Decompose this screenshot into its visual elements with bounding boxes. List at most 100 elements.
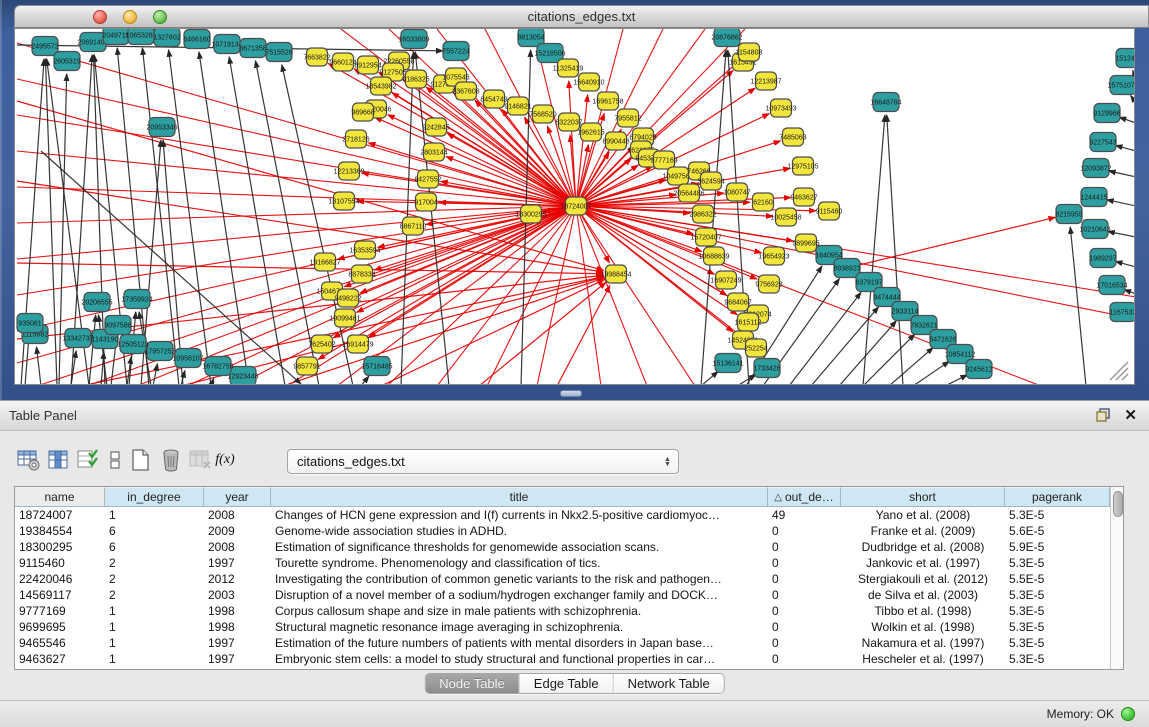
tab-node-table[interactable]: Node Table — [425, 674, 520, 693]
network-node[interactable]: 3624594 — [697, 172, 724, 190]
network-node[interactable]: 8990448 — [602, 132, 629, 150]
network-node[interactable]: 9756928 — [755, 275, 782, 293]
network-node[interactable]: 1327602 — [153, 29, 180, 47]
network-node[interactable]: 1733426 — [753, 359, 780, 378]
network-node[interactable]: 989668 — [351, 103, 374, 121]
select-rows-icon[interactable] — [74, 446, 104, 474]
network-node[interactable]: 9660124 — [329, 53, 356, 71]
network-window-titlebar[interactable]: citations_edges.txt — [14, 5, 1149, 28]
network-node[interactable]: 2495572 — [31, 37, 58, 56]
network-node[interactable]: 16782759 — [202, 357, 233, 376]
column-header-year[interactable]: year — [204, 487, 271, 506]
network-node[interactable]: 1167533 — [1110, 303, 1135, 322]
column-header-title[interactable]: title — [271, 487, 768, 506]
table-row[interactable]: 946554611997Estimation of the future num… — [15, 635, 1110, 651]
row-height-icon[interactable] — [104, 446, 126, 474]
network-node[interactable]: 9097588 — [104, 316, 131, 335]
network-node[interactable]: 10958107 — [172, 349, 203, 368]
network-node[interactable]: 8878334 — [348, 265, 375, 283]
network-node[interactable]: 16353594 — [349, 241, 380, 259]
network-node[interactable]: 7955812 — [614, 109, 641, 127]
delete-rows-icon[interactable] — [156, 446, 186, 474]
network-node[interactable]: 8867110 — [400, 217, 427, 235]
network-node[interactable]: 16648784 — [870, 93, 901, 112]
column-header-out_de[interactable]: △out_de… — [768, 487, 841, 506]
network-node[interactable]: 1989297 — [1089, 249, 1116, 268]
network-node[interactable]: 6466160 — [183, 30, 210, 49]
network-node[interactable]: 2718126 — [342, 130, 369, 148]
network-node[interactable]: 1154808 — [736, 43, 763, 61]
network-node[interactable]: 16033809 — [398, 30, 429, 49]
function-builder-icon[interactable]: f(x) — [216, 446, 238, 474]
network-node[interactable]: 2986322 — [689, 205, 716, 223]
network-node[interactable]: 7515526 — [265, 43, 292, 62]
table-row[interactable]: 1872400712008Changes of HCN gene express… — [15, 507, 1110, 523]
network-node[interactable]: 10688639 — [698, 247, 729, 265]
table-row[interactable]: 946362711997Embryonic stem cells: a mode… — [15, 651, 1110, 667]
network-node[interactable]: 10210643 — [1079, 220, 1110, 239]
network-node[interactable]: 1080747 — [723, 183, 750, 201]
network-node[interactable]: 12505123 — [117, 335, 148, 354]
network-node[interactable]: 16640910 — [573, 73, 604, 91]
table-settings-icon[interactable] — [14, 446, 44, 474]
table-row[interactable]: 1830029562008Estimation of significance … — [15, 539, 1110, 555]
table-select-dropdown[interactable]: citations_edges.txt ▲▼ — [287, 449, 679, 474]
network-node[interactable]: 1244415 — [1080, 188, 1107, 207]
network-node[interactable]: 9498222 — [334, 289, 361, 307]
network-node[interactable]: 12213369 — [333, 162, 364, 180]
network-node[interactable]: 12093872 — [1080, 159, 1111, 178]
network-node[interactable]: 19654923 — [758, 247, 789, 265]
network-node[interactable]: 7568520 — [529, 105, 556, 123]
network-node[interactable]: 9777169 — [650, 151, 677, 169]
network-node[interactable]: 62160 — [753, 193, 774, 211]
network-node[interactable]: 16961758 — [592, 92, 623, 110]
network-node[interactable]: 252254 — [744, 339, 767, 357]
network-node[interactable]: 8427552 — [414, 170, 441, 188]
panel-splitter-handle[interactable] — [560, 390, 582, 397]
table-row[interactable]: 977716911998Corpus callosum shape and si… — [15, 603, 1110, 619]
table-row[interactable]: 2242004622012Investigating the contribut… — [15, 571, 1110, 587]
network-node[interactable]: 9245612 — [965, 360, 992, 379]
table-row[interactable]: 911546021997Tourette syndrome. Phenomeno… — [15, 555, 1110, 571]
network-node[interactable]: 19099461 — [329, 309, 360, 327]
column-header-in_degree[interactable]: in_degree — [105, 487, 204, 506]
network-node[interactable]: 8912954 — [354, 56, 381, 74]
network-node[interactable]: 12213987 — [750, 72, 781, 90]
network-node[interactable]: 8186325 — [402, 70, 429, 88]
close-window-icon[interactable] — [93, 10, 107, 24]
table-row[interactable]: 1456911722003Disruption of a novel membe… — [15, 587, 1110, 603]
network-node[interactable]: 2367608 — [452, 82, 479, 100]
network-node[interactable]: 9857791 — [293, 357, 320, 375]
network-node[interactable]: 935081 — [17, 314, 43, 333]
network-node[interactable]: 20876862 — [711, 29, 742, 47]
zoom-window-icon[interactable] — [153, 10, 167, 24]
table-scrollbar[interactable] — [1110, 487, 1123, 669]
network-node[interactable]: 17957253 — [144, 342, 175, 361]
network-node[interactable]: 17016534 — [1096, 276, 1127, 295]
network-node[interactable]: 8671358 — [239, 39, 266, 58]
network-node[interactable]: 20206555 — [81, 293, 112, 312]
network-node[interactable]: 9115460 — [816, 202, 843, 220]
network-node[interactable]: 9242845 — [422, 118, 449, 136]
network-node[interactable]: 12975105 — [787, 157, 818, 175]
network-node[interactable]: 1615112 — [735, 313, 762, 331]
network-node[interactable]: 13342737 — [62, 329, 93, 348]
memory-status-indicator[interactable] — [1121, 707, 1135, 721]
network-node[interactable]: 9463627 — [790, 188, 817, 206]
network-node[interactable]: 15136141 — [712, 354, 743, 373]
network-node[interactable]: 1512480 — [1115, 49, 1135, 68]
network-node[interactable]: 10653287 — [125, 29, 156, 45]
table-row[interactable]: 969969511998Structural magnetic resonanc… — [15, 619, 1110, 635]
delete-table-icon[interactable] — [186, 446, 216, 474]
close-panel-icon[interactable]: ✕ — [1124, 408, 1137, 423]
network-node[interactable]: 1962615 — [577, 123, 604, 141]
network-node[interactable]: 15716485 — [361, 357, 392, 376]
tab-network-table[interactable]: Network Table — [614, 674, 724, 693]
network-node[interactable]: 7663822 — [303, 48, 330, 66]
new-table-icon[interactable] — [126, 446, 156, 474]
float-panel-icon[interactable] — [1096, 408, 1112, 423]
network-node[interactable]: 15751074 — [1107, 76, 1135, 95]
canvas-resize-grip[interactable] — [1106, 360, 1132, 382]
network-node[interactable]: 9146821 — [504, 97, 531, 115]
column-header-name[interactable]: name — [15, 487, 105, 506]
